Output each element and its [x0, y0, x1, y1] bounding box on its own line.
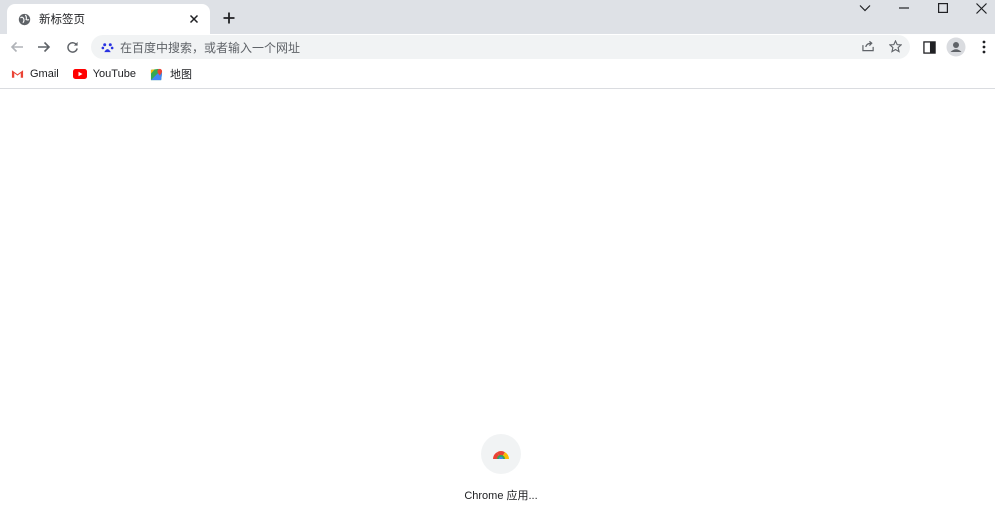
tab-search-button[interactable] — [846, 0, 884, 16]
active-tab[interactable]: 新标签页 — [7, 4, 210, 34]
maximize-button[interactable] — [924, 0, 962, 16]
youtube-icon — [72, 67, 87, 81]
minimize-icon — [899, 7, 909, 9]
bookmark-label: Gmail — [30, 68, 59, 80]
share-icon[interactable] — [861, 39, 875, 53]
baidu-paw-icon — [100, 40, 114, 54]
bookmark-gmail[interactable]: Gmail — [10, 63, 59, 85]
close-window-button[interactable] — [962, 0, 995, 16]
forward-button[interactable] — [32, 35, 56, 59]
profile-button[interactable] — [944, 35, 968, 59]
shortcut-tile[interactable] — [481, 434, 521, 474]
address-bar[interactable]: 在百度中搜索，或者输入一个网址 — [91, 35, 910, 59]
maximize-icon — [938, 3, 948, 13]
chrome-apps-icon — [493, 451, 509, 459]
new-tab-button[interactable] — [218, 7, 240, 29]
tab-strip: 新标签页 — [0, 0, 995, 34]
toolbar: 在百度中搜索，或者输入一个网址 — [0, 34, 995, 60]
bookmark-maps[interactable]: 地图 — [150, 63, 192, 85]
bookmarks-bar: Gmail YouTube 地图 — [0, 60, 995, 89]
shortcut-label: Chrome 应用... — [464, 490, 538, 502]
new-tab-page: Chrome 应用... — [0, 90, 995, 516]
maps-icon — [150, 67, 164, 81]
avatar-icon — [946, 37, 966, 57]
bookmark-label: YouTube — [92, 68, 136, 80]
address-bar-placeholder: 在百度中搜索，或者输入一个网址 — [120, 40, 301, 55]
plus-icon — [223, 12, 235, 24]
back-arrow-icon — [10, 41, 23, 53]
bookmark-star-icon[interactable] — [888, 39, 902, 53]
minimize-button[interactable] — [885, 0, 923, 16]
kebab-menu-icon — [982, 40, 986, 54]
bookmark-label: 地图 — [169, 69, 192, 81]
back-button[interactable] — [5, 35, 29, 59]
reload-icon — [66, 41, 78, 53]
menu-button[interactable] — [972, 35, 995, 59]
forward-arrow-icon — [38, 41, 51, 53]
globe-icon — [17, 12, 31, 26]
chevron-down-icon — [859, 5, 871, 12]
close-icon — [975, 2, 987, 14]
bookmark-youtube[interactable]: YouTube — [72, 63, 136, 85]
reload-button[interactable] — [60, 35, 84, 59]
side-panel-button[interactable] — [917, 35, 941, 59]
tab-title: 新标签页 — [39, 14, 85, 26]
tab-close-icon[interactable] — [186, 11, 202, 27]
shortcut-chrome-apps[interactable]: Chrome 应用... — [449, 434, 553, 510]
gmail-icon — [10, 67, 24, 81]
side-panel-icon — [922, 40, 936, 54]
